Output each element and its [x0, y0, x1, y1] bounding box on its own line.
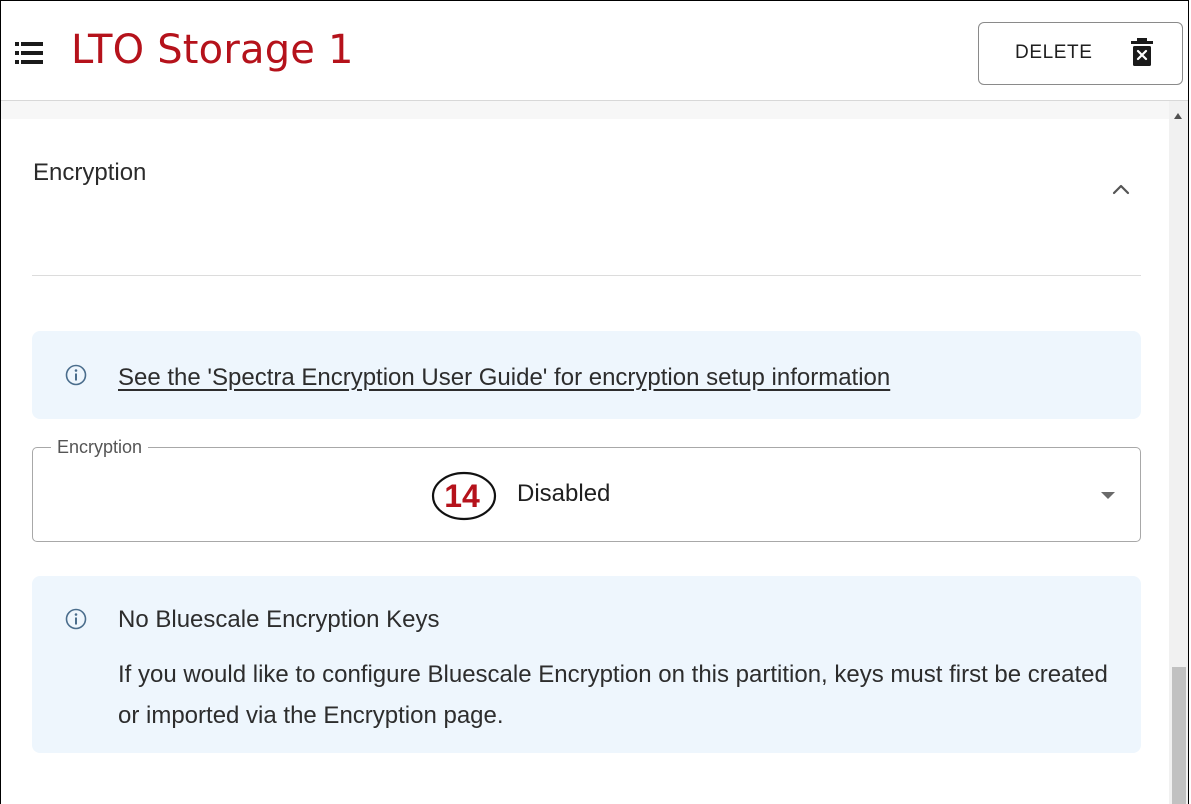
page-title: LTO Storage 1 — [71, 27, 354, 73]
encryption-select-value: Disabled — [517, 480, 611, 507]
dropdown-arrow-icon — [1101, 492, 1115, 499]
callout-number: 14 — [444, 478, 480, 514]
chevron-up-icon[interactable] — [1111, 182, 1131, 196]
callout-badge: 14 — [431, 471, 497, 521]
no-keys-message: If you would like to configure Bluescale… — [118, 661, 1108, 729]
partition-details-panel: LTO Storage 1 DELETE Encryption See the … — [0, 0, 1189, 804]
encryption-select[interactable]: Encryption 14 Disabled — [32, 437, 1141, 542]
scroll-up-arrow-icon[interactable] — [1174, 113, 1182, 119]
list-icon[interactable] — [15, 41, 43, 65]
content-top-strip — [1, 101, 1169, 119]
scrollbar-thumb[interactable] — [1172, 667, 1186, 804]
section-divider — [32, 275, 1141, 276]
encryption-select-label: Encryption — [51, 437, 149, 458]
info-icon — [65, 608, 87, 630]
guide-info-alert: See the 'Spectra Encryption User Guide' … — [32, 331, 1141, 419]
section-title: Encryption — [33, 159, 147, 186]
delete-button-label: DELETE — [1015, 42, 1093, 63]
no-keys-title: No Bluescale Encryption Keys — [118, 606, 440, 633]
vertical-scrollbar[interactable] — [1169, 101, 1188, 804]
trash-icon — [1131, 38, 1153, 66]
info-icon — [65, 364, 87, 386]
no-keys-info-alert: No Bluescale Encryption Keys If you woul… — [32, 576, 1141, 753]
delete-button[interactable]: DELETE — [978, 22, 1183, 85]
page-header: LTO Storage 1 DELETE — [1, 1, 1188, 101]
encryption-guide-link[interactable]: See the 'Spectra Encryption User Guide' … — [118, 364, 890, 392]
